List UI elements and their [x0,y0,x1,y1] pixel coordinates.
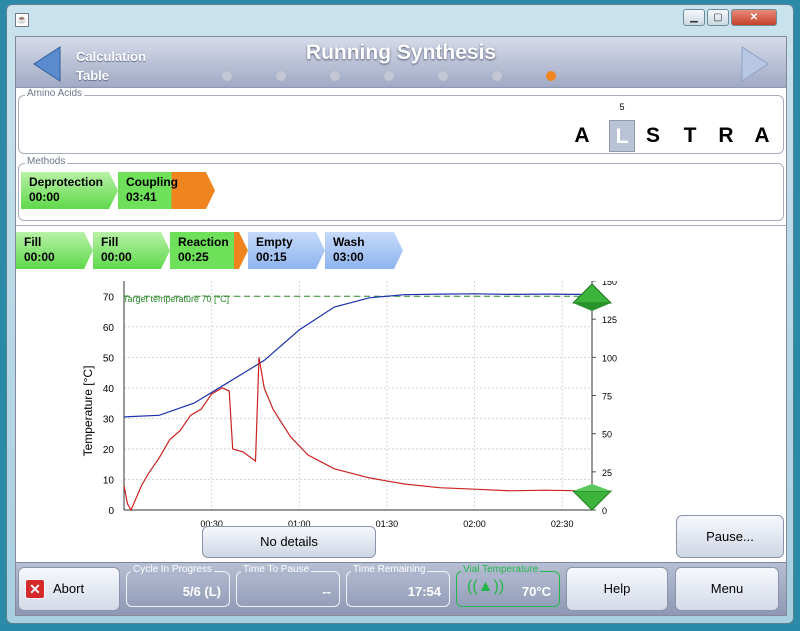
step-name: Wash [333,235,365,249]
plot-area [124,281,592,510]
amino-acid-selected[interactable]: L [609,120,635,152]
amino-acids-legend: Amino Acids [25,88,85,99]
back-label-line2: Table [76,68,109,83]
step-empty[interactable]: Empty 00:15 [248,232,325,269]
step-time: 03:00 [333,250,364,264]
y-axis-label: Temperature [°C] [81,366,95,457]
time-to-pause-label: Time To Pause [241,564,312,575]
amino-acid[interactable]: T [677,120,703,152]
divider [16,225,786,226]
step-fill[interactable]: Fill 00:00 [16,232,93,269]
time-remaining-field: Time Remaining 17:54 [346,564,450,607]
page-dot-active [546,71,556,81]
x-tick-label: 02:30 [551,519,574,529]
step-time: 00:00 [24,250,55,264]
y-tick-label: 40 [103,384,115,395]
time-remaining-value: 17:54 [407,584,441,599]
x-tick-label: 01:30 [376,519,399,529]
amino-acid[interactable]: R [713,120,739,152]
header-bar: Calculation Table Running Synthesis [16,37,786,88]
y2-tick-label: 0 [602,506,607,516]
wireless-sensor-icon: ((▲)) [467,578,505,595]
step-time: 00:25 [178,250,209,264]
x-tick-label: 02:00 [463,519,486,529]
main-panel: Calculation Table Running Synthesis Amin… [15,36,787,616]
help-button[interactable]: Help [566,567,668,611]
y-tick-label: 30 [103,414,115,425]
vial-temperature-label: Vial Temperature [461,564,541,575]
cycle-field: Cycle In Progress 5/6 (L) [126,564,230,607]
amino-acid-index: 5 [619,102,625,112]
target-annotation: Target temperature 70 [°C] [123,294,229,304]
java-icon: ☕ [15,13,29,27]
y-tick-label: 60 [103,323,115,334]
step-fill[interactable]: Fill 00:00 [93,232,170,269]
close-button[interactable]: ✕ [731,9,777,26]
forward-arrow-icon[interactable] [740,45,770,83]
y2-tick-label: 125 [602,315,617,325]
maximize-button[interactable]: ▢ [707,9,729,26]
method-coupling[interactable]: Coupling 03:41 [118,172,215,209]
time-to-pause-field: Time To Pause -- [236,564,340,607]
cycle-value: 5/6 (L) [182,584,221,599]
step-time: 00:00 [101,250,132,264]
step-name: Fill [101,235,119,249]
method-deprotection[interactable]: Deprotection 00:00 [21,172,118,209]
minimize-button[interactable]: ▁ [683,9,705,26]
page-dot [384,71,394,81]
page-dot [276,71,286,81]
menu-button[interactable]: Menu [675,567,779,611]
step-reaction[interactable]: Reaction 00:25 [170,232,248,269]
page-dot [330,71,340,81]
page-dot [222,71,232,81]
step-time: 00:15 [256,250,287,264]
methods-group: Methods Deprotection 00:00 Coupling 03:4… [18,156,784,221]
step-name: Empty [256,235,293,249]
amino-acid[interactable]: A [569,120,595,152]
abort-label: Abort [53,581,85,596]
page-dot [492,71,502,81]
y2-tick-label: 75 [602,392,612,402]
time-remaining-label: Time Remaining [351,564,428,575]
page-title: Running Synthesis [305,41,497,64]
methods-legend: Methods [25,156,68,167]
method-time: 03:41 [126,190,157,204]
y2-tick-label: 150 [602,281,617,287]
y-tick-label: 70 [103,292,115,303]
step-name: Fill [24,235,42,249]
y2-tick-label: 25 [602,468,612,478]
abort-button[interactable]: ✕ Abort [18,567,120,611]
method-time: 00:00 [29,190,60,204]
temperature-chart: 010203040506070025507510012515000:30 01:0… [81,281,617,529]
page-dot [438,71,448,81]
y-tick-label: 50 [103,353,115,364]
amino-acid[interactable]: A [749,120,775,152]
step-wash[interactable]: Wash 03:00 [325,232,403,269]
app-window: ☕ ▁ ▢ ✕ Calculation Table Running Synthe… [6,4,794,624]
y-tick-label: 0 [108,506,114,517]
footer-bar: ✕ Abort Cycle In Progress 5/6 (L) Time T… [16,562,786,615]
y2-tick-label: 100 [602,353,617,363]
cycle-label: Cycle In Progress [131,564,214,575]
method-name: Deprotection [29,175,104,189]
y-tick-label: 20 [103,445,115,456]
y2-tick-label: 50 [602,430,612,440]
amino-acid[interactable]: S [640,120,666,152]
time-to-pause-value: -- [322,584,331,599]
amino-acids-group: Amino Acids 5 A L S T R A [18,88,784,154]
pause-button[interactable]: Pause... [676,515,784,558]
abort-icon: ✕ [25,579,45,599]
y-tick-label: 10 [103,475,115,486]
details-button[interactable]: No details [202,526,376,558]
vial-temperature-value: 70°C [521,584,551,599]
step-name: Reaction [178,235,229,249]
method-name: Coupling [126,175,178,189]
vial-temperature-field: Vial Temperature ((▲)) 70°C [456,564,560,607]
